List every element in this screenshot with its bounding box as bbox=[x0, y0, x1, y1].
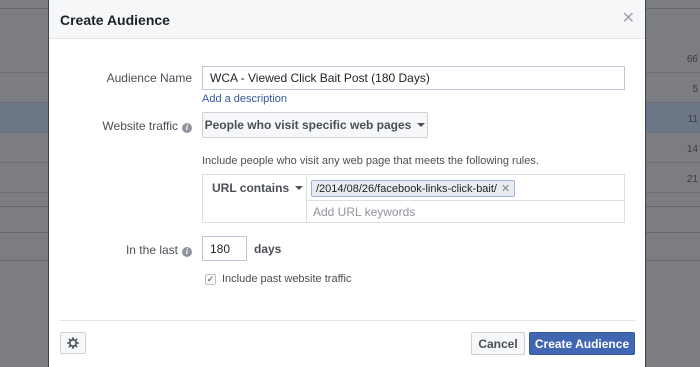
website-traffic-label-text: Website traffic bbox=[102, 119, 178, 133]
rule-condition-cell: URL contains bbox=[203, 175, 307, 222]
url-condition-dropdown[interactable]: URL contains bbox=[212, 181, 304, 195]
include-past-traffic-label: Include past website traffic bbox=[222, 273, 352, 285]
audience-name-input[interactable]: WCA - Viewed Click Bait Post (180 Days) bbox=[202, 66, 625, 90]
background-row-count: 5 bbox=[692, 84, 698, 95]
in-the-last-label-text: In the last bbox=[125, 243, 178, 257]
rule-divider bbox=[307, 200, 624, 201]
days-unit-label: days bbox=[254, 242, 282, 256]
audience-name-label: Audience Name bbox=[106, 71, 192, 85]
rules-description: Include people who visit any web page th… bbox=[202, 155, 539, 167]
background-row-count: 11 bbox=[687, 114, 698, 125]
footer-divider bbox=[59, 320, 635, 321]
add-description-link[interactable]: Add a description bbox=[202, 93, 287, 105]
chevron-down-icon bbox=[417, 123, 426, 127]
close-icon[interactable]: ✕ bbox=[622, 11, 635, 27]
settings-button[interactable] bbox=[60, 332, 86, 354]
chevron-down-icon bbox=[295, 186, 304, 190]
dialog-header: Create Audience ✕ bbox=[49, 0, 645, 39]
in-the-last-label: In the last i bbox=[69, 243, 192, 257]
url-rule-box: URL contains /2014/08/26/facebook-links-… bbox=[202, 174, 625, 223]
cancel-button[interactable]: Cancel bbox=[471, 332, 525, 355]
background-row-count: 14 bbox=[686, 144, 698, 155]
info-icon[interactable]: i bbox=[182, 247, 192, 257]
include-past-traffic-checkbox[interactable]: ✓ bbox=[205, 274, 216, 285]
url-keyword-token-text: /2014/08/26/facebook-links-click-bait/ bbox=[316, 182, 497, 195]
url-condition-label: URL contains bbox=[212, 181, 290, 195]
info-icon[interactable]: i bbox=[182, 123, 192, 133]
days-value: 180 bbox=[210, 241, 231, 256]
website-traffic-selected: People who visit specific web pages bbox=[204, 118, 412, 132]
website-traffic-dropdown[interactable]: People who visit specific web pages bbox=[202, 112, 428, 138]
remove-token-icon[interactable]: ✕ bbox=[501, 182, 510, 195]
background-row-count: 21 bbox=[686, 174, 698, 185]
create-audience-dialog: Create Audience ✕ Audience Name WCA - Vi… bbox=[48, 0, 646, 367]
url-keyword-token[interactable]: /2014/08/26/facebook-links-click-bait/ ✕ bbox=[311, 180, 516, 197]
gear-icon bbox=[67, 337, 79, 349]
dialog-title: Create Audience bbox=[60, 12, 170, 28]
create-audience-button[interactable]: Create Audience bbox=[529, 332, 635, 355]
days-input[interactable]: 180 bbox=[202, 236, 247, 261]
website-traffic-label: Website traffic i bbox=[69, 119, 192, 133]
audience-name-value: WCA - Viewed Click Bait Post (180 Days) bbox=[210, 71, 430, 85]
background-row-count: 66 bbox=[686, 54, 698, 65]
url-keywords-input[interactable]: Add URL keywords bbox=[313, 205, 415, 219]
